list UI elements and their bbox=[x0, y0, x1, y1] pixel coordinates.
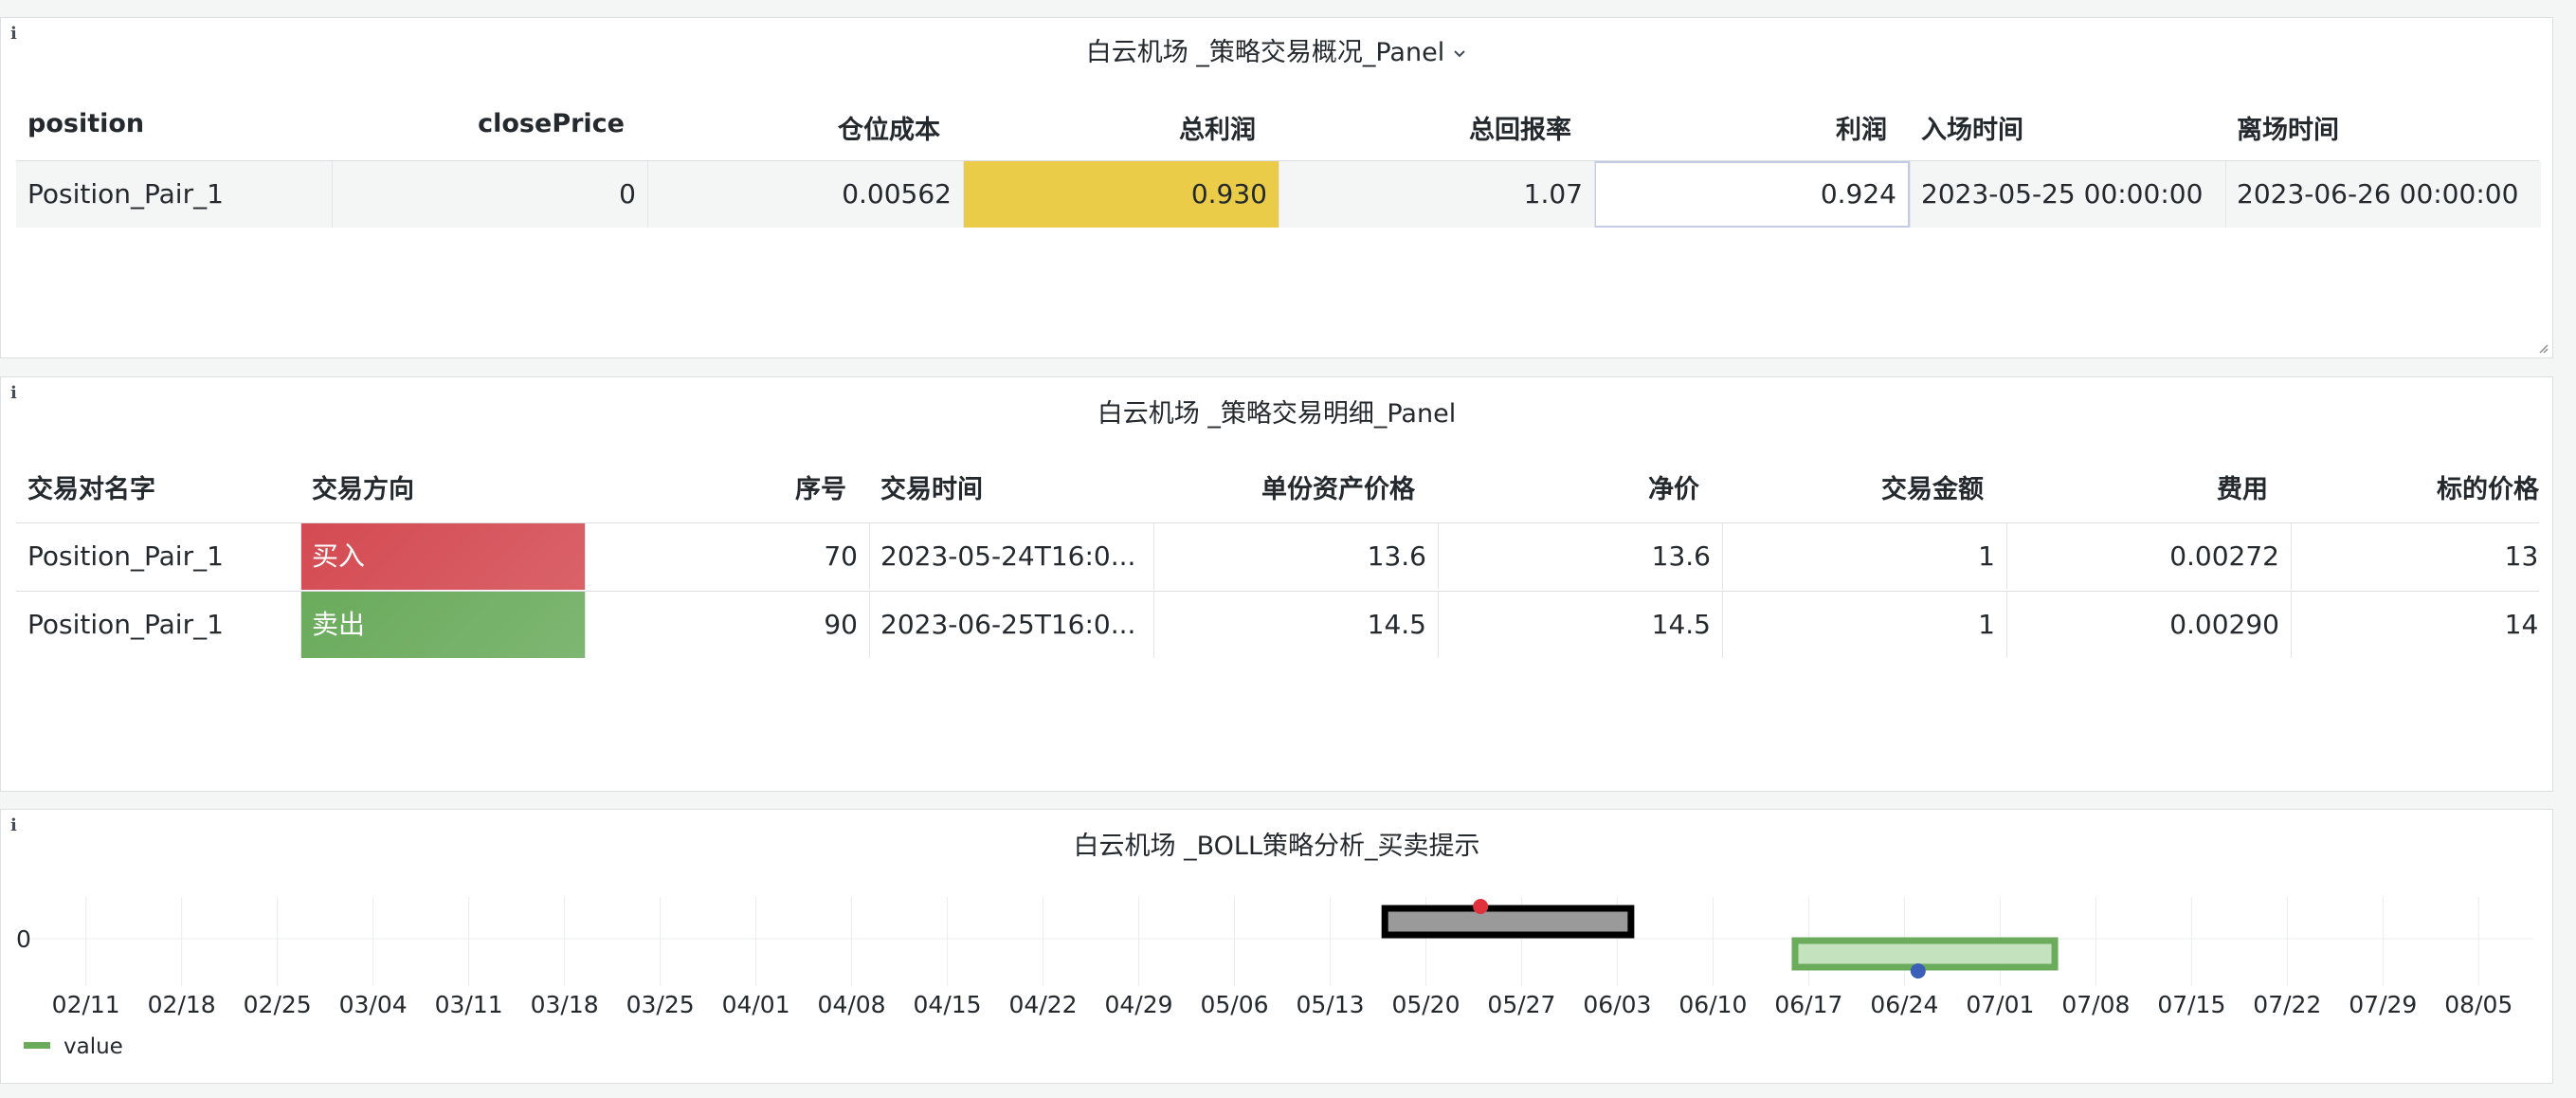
table-cell: 2023-05-25 00:00:00 bbox=[1910, 161, 2225, 228]
x-tick-label: 03/18 bbox=[531, 991, 599, 1018]
position-cell: Position_Pair_1 bbox=[16, 161, 332, 228]
table-cell: 13.6 bbox=[2504, 540, 2539, 572]
table-cell: 2023-06-26 00:00:00 bbox=[2225, 161, 2541, 228]
chevron-down-icon[interactable] bbox=[1452, 48, 1467, 60]
table-row[interactable]: Position_Pair_1 卖出 90 2023-06-25T16:0... 14.… bbox=[16, 592, 2539, 658]
table-cell: 13.6 bbox=[1367, 540, 1426, 572]
trade-direction-cell: 买入 bbox=[300, 523, 585, 590]
column-header[interactable]: 单份资产价格 bbox=[1153, 468, 1415, 505]
x-tick-label: 06/10 bbox=[1678, 991, 1747, 1018]
x-tick-label: 04/01 bbox=[722, 991, 790, 1018]
x-tick-label: 05/20 bbox=[1391, 991, 1460, 1018]
column-header[interactable]: 入场时间 bbox=[1921, 109, 2023, 146]
chart[interactable]: 02/11 02/18 02/25 03/04 03/11 03/18 03/25 04/01… bbox=[1, 810, 2552, 1083]
x-tick-label: 07/08 bbox=[2061, 991, 2130, 1018]
x-tick-label: 05/13 bbox=[1296, 991, 1364, 1018]
x-tick-label: 03/11 bbox=[435, 991, 503, 1018]
x-tick-label: 04/15 bbox=[914, 991, 982, 1018]
x-tick-label: 07/29 bbox=[2349, 991, 2417, 1018]
x-tick-label: 07/22 bbox=[2253, 991, 2321, 1018]
strategy-overview-panel: i 白云机场 _策略交易概况_Panel position closePrice 仓… bbox=[0, 17, 2553, 358]
x-tick-label: 02/25 bbox=[244, 991, 312, 1018]
x-tick-label: 07/01 bbox=[1966, 991, 2034, 1018]
resize-handle-icon[interactable] bbox=[2537, 342, 2549, 354]
table-row[interactable]: Position_Pair_1 0 0.00562 0.930 1.07 0.924 202… bbox=[16, 161, 2541, 228]
trade-direction-cell: 卖出 bbox=[300, 592, 585, 658]
column-header[interactable]: 离场时间 bbox=[2237, 109, 2339, 146]
column-header[interactable]: position bbox=[27, 109, 144, 138]
x-tick-label: 02/11 bbox=[52, 991, 120, 1018]
boll-chart-panel: i 白云机场 _BOLL策略分析_买卖提示 02/11 02/18 02/25 03/… bbox=[0, 809, 2553, 1084]
table-cell: 90 bbox=[824, 609, 858, 640]
legend-label: value bbox=[63, 1034, 123, 1059]
table-cell: 0.00272 bbox=[2169, 540, 2279, 572]
legend-swatch bbox=[24, 1042, 50, 1049]
x-tick-label: 06/17 bbox=[1774, 991, 1842, 1018]
x-tick-label: 08/05 bbox=[2444, 991, 2513, 1018]
buy-marker bbox=[1473, 899, 1489, 914]
panel-title[interactable]: 白云机场 _策略交易概况_Panel bbox=[1, 31, 2552, 68]
table-cell: 13.6 bbox=[1651, 540, 1711, 572]
x-tick-label: 06/03 bbox=[1583, 991, 1651, 1018]
column-header[interactable]: 仓位成本 bbox=[647, 109, 940, 146]
table-cell: 1 bbox=[1978, 609, 1995, 640]
table-cell: 14.5 bbox=[2504, 609, 2539, 640]
table-cell: 0.930 bbox=[963, 161, 1279, 228]
column-header[interactable]: 交易金额 bbox=[1722, 468, 1984, 505]
x-tick-label: 03/04 bbox=[339, 991, 408, 1018]
table-row[interactable]: Position_Pair_1 买入 70 2023-05-24T16:0... 13.… bbox=[16, 523, 2539, 590]
column-header[interactable]: 总利润 bbox=[963, 109, 1256, 146]
column-header[interactable]: 费用 bbox=[2006, 468, 2268, 505]
column-header[interactable]: 利润 bbox=[1594, 109, 1887, 146]
table-cell: 1.07 bbox=[1279, 161, 1594, 228]
table-cell: Position_Pair_1 bbox=[27, 609, 224, 640]
table-cell: 2023-06-25T16:0... bbox=[880, 609, 1136, 640]
table-cell: 0.00290 bbox=[2169, 609, 2279, 640]
column-header[interactable]: 总回报率 bbox=[1279, 109, 1571, 146]
table-cell: 1 bbox=[1978, 540, 1995, 572]
x-tick-label: 04/22 bbox=[1009, 991, 1078, 1018]
x-tick-label: 04/29 bbox=[1105, 991, 1173, 1018]
sell-marker bbox=[1910, 963, 1926, 979]
y-tick-label: 0 bbox=[16, 925, 31, 953]
trade-region bbox=[1791, 937, 2059, 971]
table-cell: 70 bbox=[824, 540, 858, 572]
column-header[interactable]: 交易方向 bbox=[312, 468, 414, 505]
x-tick-label: 05/06 bbox=[1200, 991, 1268, 1018]
table-cell: 0.00562 bbox=[647, 161, 963, 228]
x-tick-label: 04/08 bbox=[818, 991, 886, 1018]
column-header[interactable]: 标的价格 bbox=[2291, 468, 2539, 505]
column-header[interactable]: 序号 bbox=[585, 468, 846, 505]
x-tick-label: 06/24 bbox=[1870, 991, 1938, 1018]
column-header[interactable]: 净价 bbox=[1438, 468, 1699, 505]
column-header[interactable]: 交易时间 bbox=[880, 468, 983, 505]
table-cell: 0 bbox=[332, 161, 647, 228]
strategy-detail-panel: i 白云机场 _策略交易明细_Panel 交易对名字 交易方向 序号 交易时间 单份资产… bbox=[0, 376, 2553, 792]
panel-title: 白云机场 _策略交易明细_Panel bbox=[1097, 399, 1457, 429]
table-cell: 14.5 bbox=[1367, 609, 1426, 640]
table-cell: 14.5 bbox=[1651, 609, 1711, 640]
x-tick-label: 02/18 bbox=[148, 991, 216, 1018]
x-tick-label: 05/27 bbox=[1487, 991, 1555, 1018]
trade-region bbox=[1381, 905, 1635, 939]
x-tick-label: 03/25 bbox=[626, 991, 695, 1018]
column-header[interactable]: closePrice bbox=[332, 109, 625, 138]
column-header[interactable]: 交易对名字 bbox=[27, 468, 155, 505]
table-cell: 2023-05-24T16:0... bbox=[880, 540, 1136, 572]
table-cell: 0.924 bbox=[1594, 161, 1910, 228]
table-cell: Position_Pair_1 bbox=[27, 540, 224, 572]
x-tick-label: 07/15 bbox=[2157, 991, 2225, 1018]
